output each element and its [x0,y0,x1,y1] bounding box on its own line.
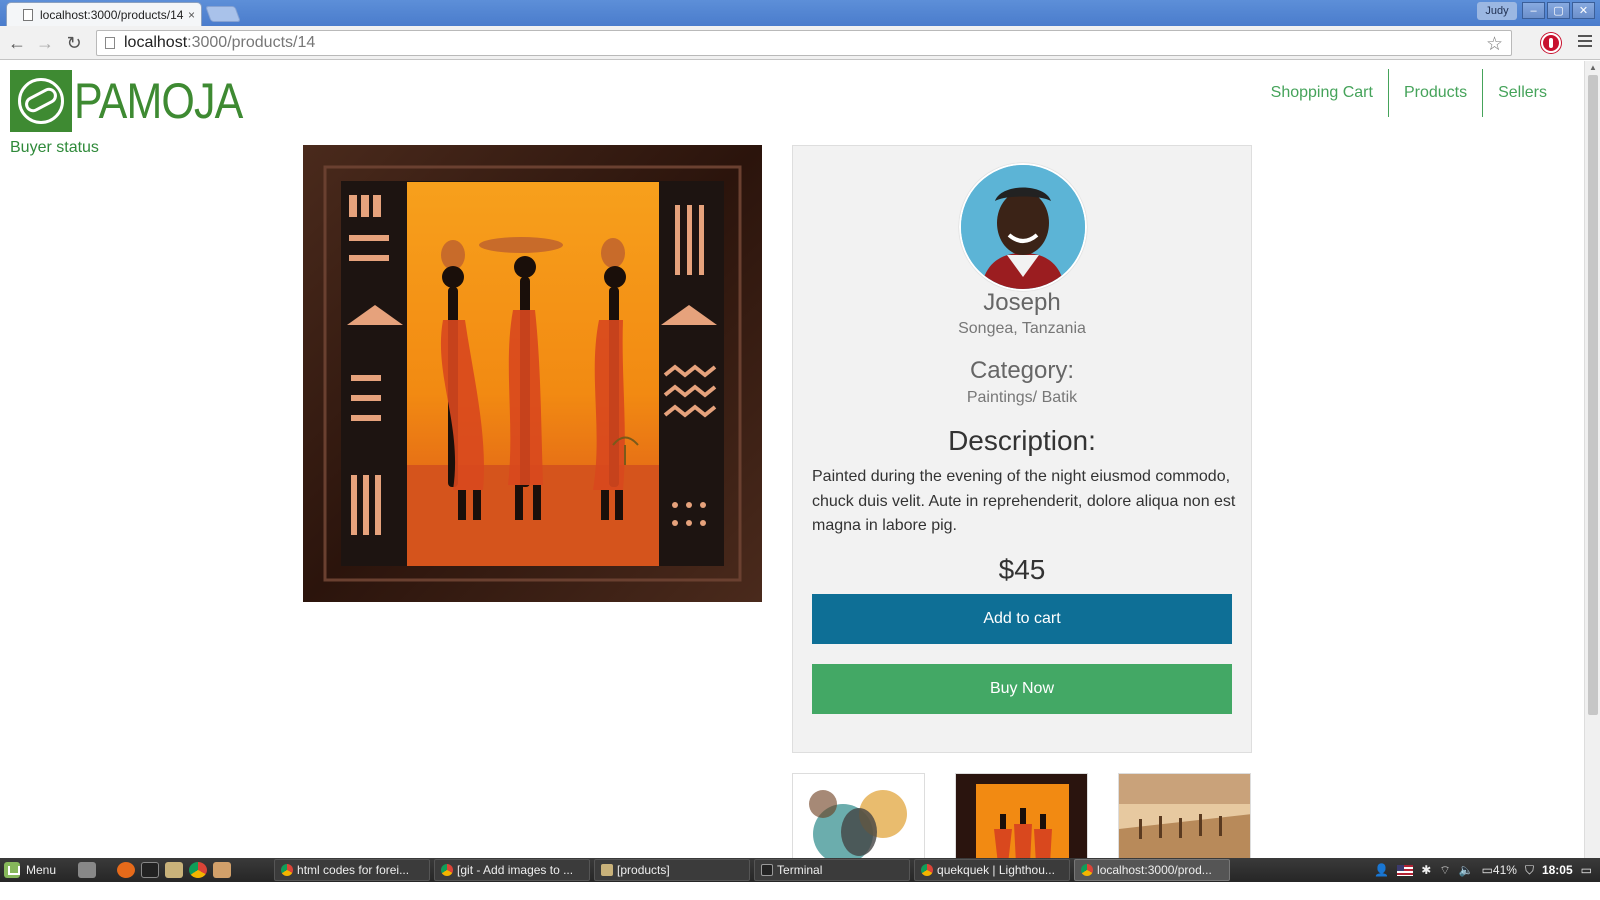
taskbar-window[interactable]: quekquek | Lighthou... [914,859,1071,881]
firefox-icon[interactable] [117,862,136,878]
keyboard-layout-flag-icon[interactable] [1397,864,1414,876]
related-product-thumbnail[interactable] [955,773,1088,863]
show-desktop-tray-icon[interactable]: ▭ [1581,863,1592,877]
handshake-icon [10,70,72,132]
address-bar[interactable]: localhost:3000/products/14 ☆ [96,30,1512,56]
taskbar-window[interactable]: [products] [594,859,751,881]
back-arrow-icon[interactable]: ← [5,32,29,54]
seller-name[interactable]: Joseph [793,289,1251,317]
site-logo[interactable]: PAMOJA [10,70,270,132]
category-heading: Category: [969,357,1075,384]
page-scrollbar[interactable]: ▲ ▼ [1584,61,1600,874]
user-icon[interactable]: 👤 [1374,863,1389,877]
browser-toolbar: ← → ↻ localhost:3000/products/14 ☆ [0,26,1600,60]
files-launcher-icon[interactable] [165,862,184,878]
maximize-button[interactable]: ▢ [1547,2,1570,19]
minimize-button[interactable]: – [1522,2,1545,19]
url-host: localhost [124,34,188,51]
category-value: Paintings/ Batik [966,389,1078,406]
description-text: Painted during the evening of the night … [812,468,1236,534]
browser-tab-active[interactable]: localhost:3000/products/14 × [6,2,202,26]
add-to-cart-button[interactable]: Add to cart [812,594,1232,644]
browser-menu-icon[interactable] [1578,35,1592,50]
seller-avatar[interactable] [959,163,1087,291]
url-path: :3000/products/14 [187,34,316,51]
extension-power-icon[interactable] [1541,33,1561,53]
tab-title: localhost:3000/products/14 [40,7,184,22]
forward-arrow-icon[interactable]: → [33,32,57,54]
page-icon [105,37,115,49]
bookmark-star-icon[interactable]: ☆ [1486,33,1503,56]
page-viewport: PAMOJA Buyer status Shopping Cart Produc… [0,61,1584,874]
nav-shopping-cart[interactable]: Shopping Cart [1256,69,1388,117]
menu-label: Menu [26,863,57,877]
taskbar-window[interactable]: Terminal [754,859,911,881]
new-tab-button[interactable] [205,6,241,22]
related-product-thumbnail[interactable] [1118,773,1251,863]
wifi-icon[interactable]: ⌔ [1439,863,1450,878]
scroll-thumb[interactable] [1588,75,1598,715]
system-tray: 👤 ✱ ⌔ 🔈 ▭41% ⛉ 18:05 ▭ [1374,858,1592,882]
profile-button[interactable]: Judy [1477,2,1517,20]
terminal-launcher-icon[interactable] [141,862,160,878]
browser-titlebar: localhost:3000/products/14 × Judy – ▢ ✕ [0,0,1600,26]
taskbar-window[interactable]: [git - Add images to ... [434,859,591,881]
battery-level: 41% [1492,863,1517,877]
start-menu-button[interactable]: Menu [0,858,60,882]
product-card: Joseph Songea, Tanzania Category: Painti… [792,145,1252,753]
description-heading: Description: [948,425,1096,456]
buy-now-button[interactable]: Buy Now [812,664,1232,714]
taskbar-window[interactable]: html codes for forei... [274,859,431,881]
os-taskbar: Menu html codes for forei... [git - Add … [0,858,1600,882]
page-icon [23,8,33,21]
reload-icon[interactable]: ↻ [62,32,86,54]
volume-icon[interactable]: 🔈 [1459,863,1474,877]
taskbar-window-active[interactable]: localhost:3000/prod... [1074,859,1231,881]
scroll-up-icon[interactable]: ▲ [1589,63,1597,72]
nav-sellers[interactable]: Sellers [1482,69,1562,117]
battery-icon[interactable]: ▭41% [1482,863,1517,877]
main-nav: Shopping Cart Products Sellers [1256,69,1562,117]
seller-location: Songea, Tanzania [958,320,1086,337]
editor-launcher-icon[interactable] [213,862,232,878]
product-image [303,145,762,602]
mint-logo-icon [4,862,20,878]
bluetooth-icon[interactable]: ✱ [1421,863,1431,877]
product-price: $45 [998,554,1046,585]
nav-products[interactable]: Products [1387,69,1482,117]
buyer-status-link[interactable]: Buyer status [10,139,99,157]
show-desktop-icon[interactable] [78,862,97,878]
clock[interactable]: 18:05 [1542,863,1573,877]
shield-icon[interactable]: ⛉ [1525,863,1534,878]
related-product-thumbnail[interactable] [792,773,925,863]
tab-close-icon[interactable]: × [188,8,195,22]
chrome-icon[interactable] [189,862,208,878]
logo-text: PAMOJA [74,73,243,129]
close-window-button[interactable]: ✕ [1572,2,1595,19]
